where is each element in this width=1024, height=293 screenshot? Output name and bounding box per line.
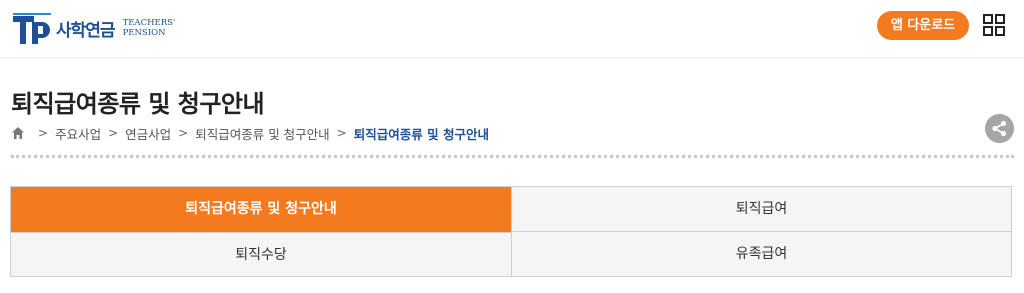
- logo-korean-text: 사학연금: [56, 20, 116, 41]
- logo-english-line2: PENSION: [122, 28, 166, 38]
- breadcrumb-item-pension-business[interactable]: 연금사업: [125, 124, 171, 143]
- breadcrumb-item-current[interactable]: 퇴직급여종류 및 청구안내: [354, 124, 489, 143]
- page-title: 퇴직급여종류 및 청구안내: [11, 90, 265, 118]
- site-header: 사학연금 TEACHERS' PENSION 앱 다운로드: [0, 0, 1024, 58]
- tab-benefit-types[interactable]: 퇴직급여종류 및 청구안내: [11, 187, 511, 232]
- share-icon[interactable]: [985, 114, 1014, 143]
- tab-menu: 퇴직급여종류 및 청구안내 퇴직급여 퇴직수당 유족급여: [10, 186, 1012, 277]
- logo-english-line1: TEACHERS': [122, 18, 176, 28]
- breadcrumb-separator: >: [38, 126, 49, 140]
- home-icon[interactable]: [11, 126, 25, 140]
- breadcrumb-separator: >: [178, 126, 189, 140]
- site-logo[interactable]: 사학연금 TEACHERS' PENSION: [12, 11, 175, 45]
- tab-retirement-benefit[interactable]: 퇴직급여: [511, 187, 1011, 232]
- breadcrumb-item-main-business[interactable]: 주요사업: [55, 124, 101, 143]
- tp-logo-icon: [12, 11, 52, 45]
- tab-survivor-benefit[interactable]: 유족급여: [511, 232, 1011, 276]
- breadcrumb-item-retirement-benefits[interactable]: 퇴직급여종류 및 청구안내: [195, 124, 329, 143]
- tab-retirement-allowance[interactable]: 퇴직수당: [11, 232, 511, 276]
- app-download-button[interactable]: 앱 다운로드: [877, 11, 969, 40]
- logo-english-text: TEACHERS' PENSION: [123, 18, 176, 38]
- breadcrumb: > 주요사업 > 연금사업 > 퇴직급여종류 및 청구안내 > 퇴직급여종류 및…: [11, 124, 489, 142]
- breadcrumb-separator: >: [336, 126, 347, 140]
- divider: [11, 155, 1014, 158]
- breadcrumb-separator: >: [108, 126, 119, 140]
- grid-menu-icon[interactable]: [983, 14, 1005, 36]
